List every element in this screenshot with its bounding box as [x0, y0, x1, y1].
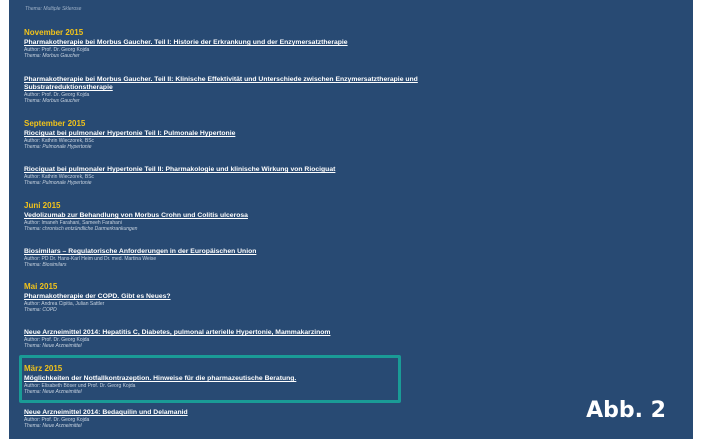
article-link[interactable]: Pharmakotherapie bei Morbus Gaucher. Tei… [24, 76, 684, 92]
article-item: Riociguat bei pulmonaler Hypertonie Teil… [24, 130, 684, 150]
article-theme: Thema: Morbus Gaucher [24, 98, 80, 104]
article-link[interactable]: Riociguat bei pulmonaler Hypertonie Teil… [24, 166, 684, 174]
article-item: Pharmakotherapie bei Morbus Gaucher. Tei… [24, 39, 684, 59]
article-link[interactable]: Biosimilars – Regulatorische Anforderung… [24, 248, 684, 256]
article-item: Pharmakotherapie der COPD. Gibt es Neues… [24, 293, 684, 313]
article-link[interactable]: Vedolizumab zur Behandlung von Morbus Cr… [24, 212, 684, 220]
article-theme: Thema: Morbus Gaucher [24, 53, 80, 59]
article-item: Pharmakotherapie bei Morbus Gaucher. Tei… [24, 76, 684, 104]
article-theme: Thema: COPD [24, 307, 57, 313]
figure-label: Abb. 2 [586, 398, 666, 423]
article-link[interactable]: Neue Arzneimittel 2014: Bedaquilin und D… [24, 409, 684, 417]
month-heading-mai-2015: Mai 2015 [24, 282, 58, 291]
article-theme: Thema: Pulmonale Hypertonie [24, 180, 92, 186]
month-heading-november-2015: November 2015 [24, 28, 84, 37]
article-link[interactable]: Pharmakotherapie der COPD. Gibt es Neues… [24, 293, 684, 301]
article-link[interactable]: Pharmakotherapie bei Morbus Gaucher. Tei… [24, 39, 684, 47]
article-link-line-1: Pharmakotherapie bei Morbus Gaucher. Tei… [24, 76, 418, 83]
article-theme: Thema: Neue Arzneimittel [24, 423, 82, 429]
article-item: Biosimilars – Regulatorische Anforderung… [24, 248, 684, 268]
previous-theme-fragment: Thema: Multiple Sklerose [25, 6, 82, 12]
article-theme: Thema: chronisch entzündliche Darmerkran… [24, 226, 138, 232]
article-item: Vedolizumab zur Behandlung von Morbus Cr… [24, 212, 684, 232]
article-theme: Thema: Neue Arzneimittel [24, 343, 82, 349]
article-link[interactable]: Riociguat bei pulmonaler Hypertonie Teil… [24, 130, 684, 138]
article-link-line-2: Substratreduktionstherapie [24, 84, 113, 91]
article-item: Neue Arzneimittel 2014: Hepatitis C, Dia… [24, 329, 684, 349]
highlight-box [19, 355, 401, 403]
article-list-screen: Thema: Multiple Sklerose November 2015 P… [9, 0, 693, 439]
article-link[interactable]: Neue Arzneimittel 2014: Hepatitis C, Dia… [24, 329, 684, 337]
article-item: Riociguat bei pulmonaler Hypertonie Teil… [24, 166, 684, 186]
article-theme: Thema: Pulmonale Hypertonie [24, 144, 92, 150]
article-item: Neue Arzneimittel 2014: Bedaquilin und D… [24, 409, 684, 429]
month-heading-september-2015: September 2015 [24, 119, 86, 128]
article-theme: Thema: Biosimilars [24, 262, 67, 268]
month-heading-juni-2015: Juni 2015 [24, 201, 61, 210]
